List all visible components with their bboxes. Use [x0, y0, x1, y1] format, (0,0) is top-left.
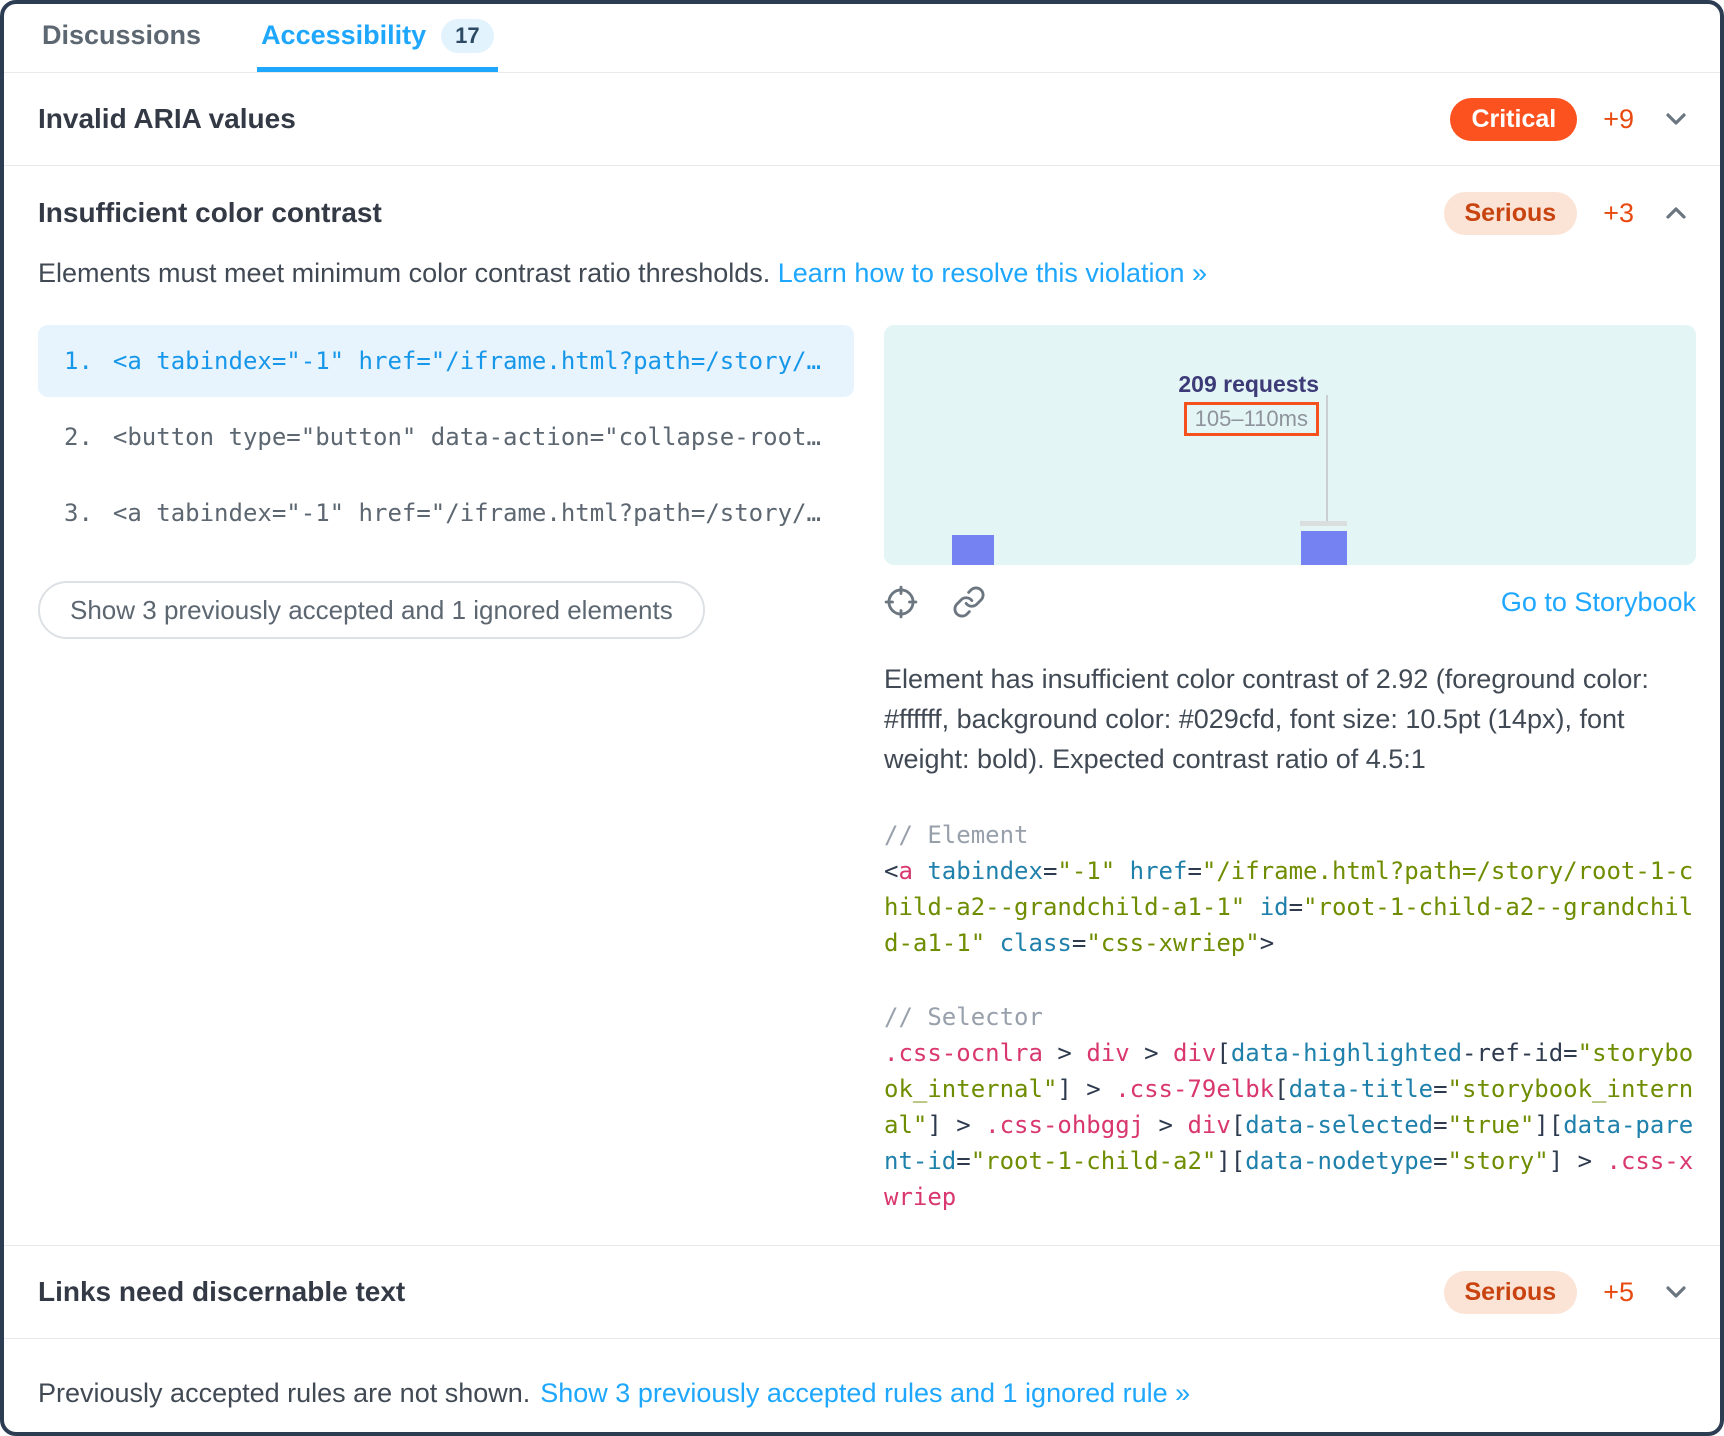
selector-code-block: // Selector .css-ocnlra > div > div[data… [884, 999, 1696, 1215]
rule-section-color-contrast: Insufficient color contrast Serious +3 E… [4, 166, 1720, 1246]
rule-row-discernable-text[interactable]: Links need discernable text Serious +5 [4, 1246, 1720, 1339]
element-item-code: <a tabindex="-1" href="/iframe.html?path… [113, 347, 821, 375]
chart-bar [952, 535, 994, 565]
footer-text: Previously accepted rules are not shown. [38, 1378, 530, 1409]
snapshot-actions: Go to Storybook [884, 585, 1696, 619]
bar-cap [1300, 521, 1347, 526]
snapshot-labels: 209 requests 105–110ms [1178, 371, 1319, 436]
footer: Previously accepted rules are not shown.… [4, 1354, 1720, 1432]
element-item-number: 2. [64, 423, 93, 451]
element-item[interactable]: 2. <button type="button" data-action="col… [38, 401, 854, 473]
element-item-code: <a tabindex="-1" href="/iframe.html?path… [113, 499, 821, 527]
detail-column: 209 requests 105–110ms [884, 325, 1696, 1215]
overflow-count: +3 [1603, 198, 1634, 229]
overflow-count: +5 [1603, 1277, 1634, 1308]
element-item-number: 3. [64, 499, 93, 527]
selector-code: .css-ocnlra > div > div[data-highlighted… [884, 1039, 1693, 1211]
tab-accessibility[interactable]: Accessibility 17 [257, 4, 498, 72]
rule-description-text: Elements must meet minimum color contras… [38, 258, 778, 288]
rule-title: Invalid ARIA values [38, 103, 296, 135]
accessibility-panel: Discussions Accessibility 17 Invalid ARI… [0, 0, 1724, 1436]
violation-detail-text: Element has insufficient color contrast … [884, 659, 1696, 779]
code-comment: // Selector [884, 1003, 1043, 1031]
show-accepted-rules-link[interactable]: Show 3 previously accepted rules and 1 i… [540, 1378, 1190, 1409]
chevron-down-icon[interactable] [1660, 103, 1692, 135]
element-item[interactable]: 3. <a tabindex="-1" href="/iframe.html?pa… [38, 477, 854, 549]
element-code: <a tabindex="-1" href="/iframe.html?path… [884, 857, 1693, 957]
severity-badge-serious: Serious [1444, 192, 1578, 235]
rule-title: Insufficient color contrast [38, 197, 382, 229]
element-item[interactable]: 1. <a tabindex="-1" href="/iframe.html?pa… [38, 325, 854, 397]
element-item-number: 1. [64, 347, 93, 375]
locate-element-icon[interactable] [884, 585, 918, 619]
rule-title: Links need discernable text [38, 1276, 405, 1308]
rule-description: Elements must meet minimum color contras… [38, 258, 1692, 289]
go-to-storybook-link[interactable]: Go to Storybook [1501, 587, 1696, 618]
element-code-block: // Element <a tabindex="-1" href="/ifram… [884, 817, 1696, 961]
code-comment: // Element [884, 821, 1029, 849]
tooltip-pointer-line [1326, 395, 1328, 521]
rule-row-invalid-aria[interactable]: Invalid ARIA values Critical +9 [4, 73, 1720, 166]
rule-detail-columns: 1. <a tabindex="-1" href="/iframe.html?pa… [38, 325, 1692, 1215]
element-item-code: <button type="button" data-action="colla… [113, 423, 821, 451]
rule-meta: Serious +5 [1444, 1271, 1693, 1314]
learn-how-link[interactable]: Learn how to resolve this violation » [778, 258, 1207, 288]
severity-badge-critical: Critical [1450, 98, 1577, 141]
tab-accessibility-label: Accessibility [261, 20, 426, 51]
show-accepted-elements-button[interactable]: Show 3 previously accepted and 1 ignored… [38, 581, 705, 639]
requests-label: 209 requests [1178, 371, 1319, 398]
snapshot-preview: 209 requests 105–110ms [884, 325, 1696, 565]
violation-highlight-box: 105–110ms [1184, 402, 1319, 436]
chevron-down-icon[interactable] [1660, 1276, 1692, 1308]
severity-badge-serious: Serious [1444, 1271, 1578, 1314]
elements-list: 1. <a tabindex="-1" href="/iframe.html?pa… [38, 325, 854, 549]
tab-discussions[interactable]: Discussions [38, 4, 205, 72]
rule-meta: Serious +3 [1444, 192, 1693, 235]
rule-meta: Critical +9 [1450, 98, 1692, 141]
copy-link-icon[interactable] [952, 585, 986, 619]
elements-column: 1. <a tabindex="-1" href="/iframe.html?pa… [38, 325, 854, 1215]
accessibility-count-badge: 17 [441, 19, 493, 53]
tab-discussions-label: Discussions [42, 20, 201, 51]
chart-bar [1301, 531, 1347, 565]
overflow-count: +9 [1603, 104, 1634, 135]
tab-bar: Discussions Accessibility 17 [4, 4, 1720, 73]
chevron-up-icon[interactable] [1660, 197, 1692, 229]
rule-row-color-contrast[interactable]: Insufficient color contrast Serious +3 [38, 192, 1692, 234]
